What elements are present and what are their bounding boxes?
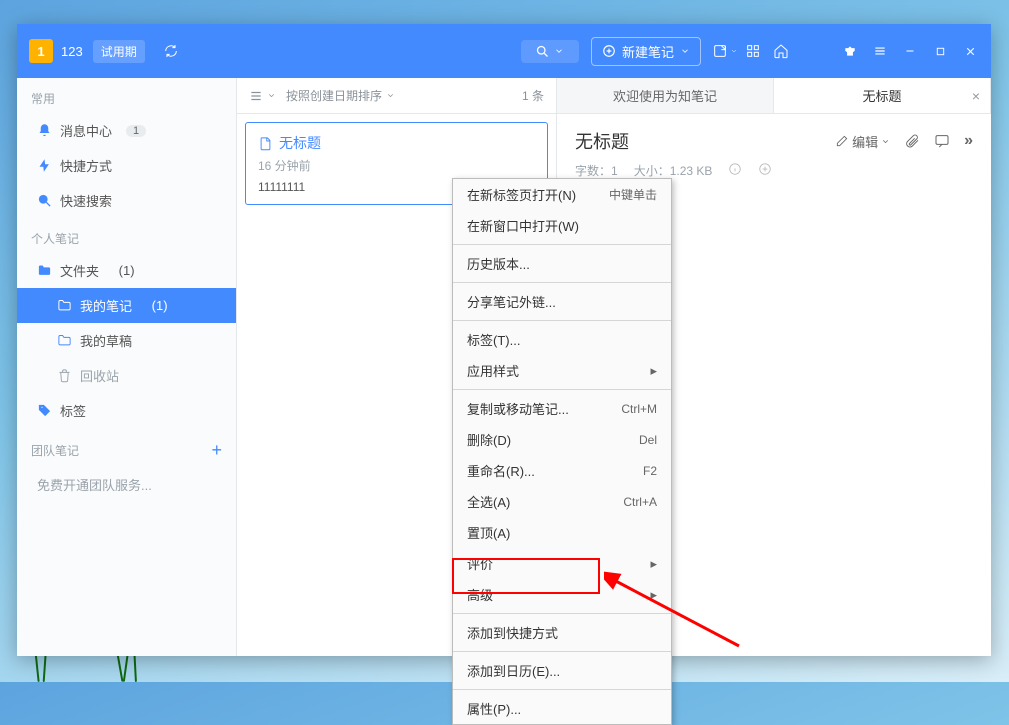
tabs: 欢迎使用为知笔记 无标题 × <box>557 78 991 114</box>
sidebar-my-drafts[interactable]: 我的草稿 <box>17 323 236 358</box>
username[interactable]: 123 <box>61 44 83 59</box>
info-icon[interactable] <box>728 162 742 179</box>
menu-add-calendar[interactable]: 添加到日历(E)... <box>453 655 671 686</box>
section-personal: 个人笔记 <box>17 218 236 253</box>
sidebar-quick-search[interactable]: 快速搜索 <box>17 183 236 218</box>
view-mode-icon[interactable] <box>249 89 276 103</box>
section-team: 团队笔记 + <box>17 428 236 467</box>
minimize-button[interactable] <box>895 36 925 66</box>
sidebar: 常用 消息中心 1 快捷方式 快速搜索 个人笔记 文件夹 (1) 我的笔记 <box>17 78 237 656</box>
menu-pin[interactable]: 置顶(A) <box>453 517 671 548</box>
menu-properties[interactable]: 属性(P)... <box>453 693 671 724</box>
comment-icon[interactable] <box>934 133 950 149</box>
search-button[interactable] <box>521 40 579 63</box>
sidebar-tags[interactable]: 标签 <box>17 393 236 428</box>
add-team-icon[interactable]: + <box>211 440 222 461</box>
apps-icon[interactable] <box>739 37 767 65</box>
menu-history[interactable]: 历史版本... <box>453 248 671 279</box>
open-external-icon[interactable] <box>711 37 739 65</box>
menu-tag[interactable]: 标签(T)... <box>453 324 671 355</box>
menu-open-window[interactable]: 在新窗口中打开(W) <box>453 210 671 241</box>
sidebar-folder[interactable]: 文件夹 (1) <box>17 253 236 288</box>
sidebar-team-hint[interactable]: 免费开通团队服务... <box>17 467 236 502</box>
trial-badge[interactable]: 试用期 <box>93 40 145 63</box>
menu-delete[interactable]: 删除(D)Del <box>453 424 671 455</box>
context-menu: 在新标签页打开(N)中键单击 在新窗口中打开(W) 历史版本... 分享笔记外链… <box>452 178 672 725</box>
notelist-toolbar: 按照创建日期排序 1 条 <box>237 78 556 114</box>
new-note-button[interactable]: 新建笔记 <box>591 37 701 66</box>
add-meta-icon[interactable] <box>758 162 772 179</box>
sync-icon[interactable] <box>157 37 185 65</box>
menu-rename[interactable]: 重命名(R)...F2 <box>453 455 671 486</box>
more-icon[interactable]: » <box>964 132 973 150</box>
sort-button[interactable]: 按照创建日期排序 <box>286 87 395 104</box>
sidebar-quick-links[interactable]: 快捷方式 <box>17 148 236 183</box>
skin-icon[interactable] <box>835 36 865 66</box>
sidebar-recycle[interactable]: 回收站 <box>17 358 236 393</box>
note-title: 无标题 <box>575 128 835 154</box>
tab-welcome[interactable]: 欢迎使用为知笔记 <box>557 78 774 113</box>
titlebar: 1 123 试用期 新建笔记 <box>17 24 991 78</box>
menu-style[interactable]: 应用样式▸ <box>453 355 671 386</box>
menu-add-quicklink[interactable]: 添加到快捷方式 <box>453 617 671 648</box>
section-common: 常用 <box>17 78 236 113</box>
tab-untitled[interactable]: 无标题 × <box>774 78 991 113</box>
menu-open-tab[interactable]: 在新标签页打开(N)中键单击 <box>453 179 671 210</box>
menu-share[interactable]: 分享笔记外链... <box>453 286 671 317</box>
menu-copy-move[interactable]: 复制或移动笔记...Ctrl+M <box>453 393 671 424</box>
edit-button[interactable]: 编辑 <box>835 132 890 151</box>
menu-advanced[interactable]: 高级▸ <box>453 579 671 610</box>
sidebar-msg-center[interactable]: 消息中心 1 <box>17 113 236 148</box>
maximize-button[interactable] <box>925 36 955 66</box>
note-count: 1 条 <box>522 87 544 104</box>
attach-icon[interactable] <box>904 133 920 149</box>
menu-select-all[interactable]: 全选(A)Ctrl+A <box>453 486 671 517</box>
user-badge[interactable]: 1 <box>29 39 53 63</box>
close-tab-icon[interactable]: × <box>972 88 980 104</box>
home-icon[interactable] <box>767 37 795 65</box>
menu-rate[interactable]: 评价▸ <box>453 548 671 579</box>
menu-icon[interactable] <box>865 36 895 66</box>
sidebar-my-notes[interactable]: 我的笔记 (1) <box>17 288 236 323</box>
close-button[interactable] <box>955 36 985 66</box>
